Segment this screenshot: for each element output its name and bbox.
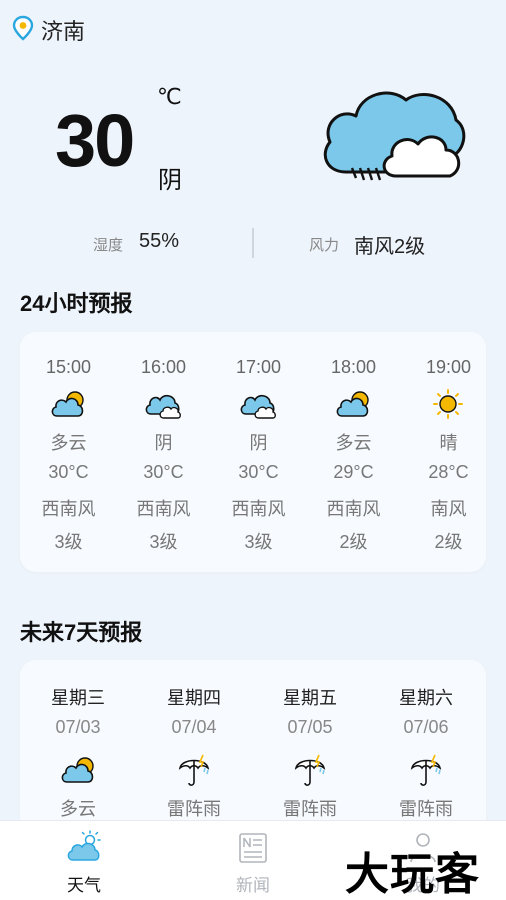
hourly-temp: 30°C	[48, 462, 89, 482]
daily-day: 星期四	[167, 688, 221, 708]
partly-cloudy-icon	[61, 757, 94, 783]
daily-date: 07/04	[171, 717, 217, 737]
hourly-item: 19:00 晴 28°C 南风 2级	[401, 332, 496, 572]
hourly-desc: 多云	[50, 433, 87, 453]
hourly-time: 19:00	[425, 357, 472, 377]
current-temperature: 30	[55, 99, 135, 182]
daily-desc: 多云	[60, 799, 96, 819]
hourly-time: 16:00	[140, 357, 187, 377]
hourly-time: 18:00	[330, 357, 377, 377]
hourly-wind-dir: 西南风	[231, 499, 286, 519]
daily-date: 07/05	[287, 717, 333, 737]
thunder-shower-icon	[410, 754, 442, 786]
daily-day: 星期五	[283, 688, 337, 708]
nav-item-news[interactable]: 新闻	[198, 821, 308, 900]
nav-label-weather: 天气	[67, 876, 101, 895]
hourly-desc: 阴	[154, 433, 173, 453]
location-bar[interactable]: 济南	[0, 0, 506, 54]
nav-item-weather[interactable]: 天气	[29, 821, 139, 900]
sunny-icon	[433, 389, 463, 419]
hourly-title: 24小时预报	[20, 291, 133, 316]
temperature-unit: ℃	[157, 84, 182, 109]
hourly-item: 16:00 阴 30°C 西南风 3级	[116, 332, 211, 572]
humidity-label: 湿度	[93, 237, 124, 254]
current-condition: 阴	[158, 167, 182, 194]
hourly-wind-level: 3级	[149, 532, 178, 552]
daily-desc: 雷阵雨	[283, 799, 337, 819]
daily-day: 星期三	[51, 688, 105, 708]
hourly-item: 17:00 阴 30°C 西南风 3级	[211, 332, 306, 572]
daily-desc: 雷阵雨	[167, 799, 221, 819]
partly-cloudy-icon	[336, 391, 369, 417]
watermark: 大玩客	[345, 850, 480, 899]
cloudy-icon	[240, 394, 276, 419]
thunder-shower-icon	[294, 754, 326, 786]
weather-meta: 湿度 55% 风力 南风2级	[0, 226, 506, 262]
humidity-value: 55%	[139, 230, 180, 252]
wind-label: 风力	[309, 237, 340, 254]
daily-date: 07/06	[403, 717, 449, 737]
hourly-wind-level: 3级	[244, 532, 273, 552]
hourly-wind-dir: 南风	[430, 499, 467, 519]
hourly-wind-level: 3级	[54, 532, 83, 552]
weather-icon	[67, 830, 101, 861]
hourly-wind-dir: 西南风	[326, 499, 381, 519]
wind-value: 南风2级	[354, 236, 426, 258]
cloudy-icon	[145, 394, 181, 419]
news-icon	[239, 833, 267, 863]
nav-label-news: 新闻	[236, 876, 270, 895]
daily-day: 星期六	[399, 688, 453, 708]
hourly-desc: 晴	[439, 433, 458, 453]
hourly-wind-level: 2级	[339, 532, 368, 552]
city-name: 济南	[41, 19, 86, 44]
hourly-item: 15:00 多云 30°C 西南风 3级	[21, 332, 116, 572]
daily-desc: 雷阵雨	[399, 799, 453, 819]
hourly-temp: 30°C	[238, 462, 279, 482]
hourly-desc: 多云	[335, 433, 372, 453]
thunder-shower-icon	[178, 754, 210, 786]
hourly-item: 18:00 多云 29°C 西南风 2级	[306, 332, 401, 572]
meta-divider	[252, 228, 254, 258]
hourly-wind-dir: 西南风	[41, 499, 96, 519]
daily-date: 07/03	[55, 717, 101, 737]
cloudy-icon	[323, 91, 466, 181]
hourly-desc: 阴	[249, 433, 268, 453]
hourly-wind-dir: 西南风	[136, 499, 191, 519]
hourly-temp: 29°C	[333, 462, 374, 482]
hourly-temp: 30°C	[143, 462, 184, 482]
hourly-forecast-card[interactable]: 15:00 多云 30°C 西南风 3级 16:00 阴 30°C 西南风 3级…	[20, 332, 486, 572]
partly-cloudy-icon	[51, 391, 84, 417]
hourly-wind-level: 2级	[434, 532, 463, 552]
hourly-temp: 28°C	[428, 462, 469, 482]
location-pin-icon	[12, 15, 34, 41]
daily-title: 未来7天预报	[20, 620, 143, 645]
hourly-time: 15:00	[45, 357, 92, 377]
hourly-time: 17:00	[235, 357, 282, 377]
